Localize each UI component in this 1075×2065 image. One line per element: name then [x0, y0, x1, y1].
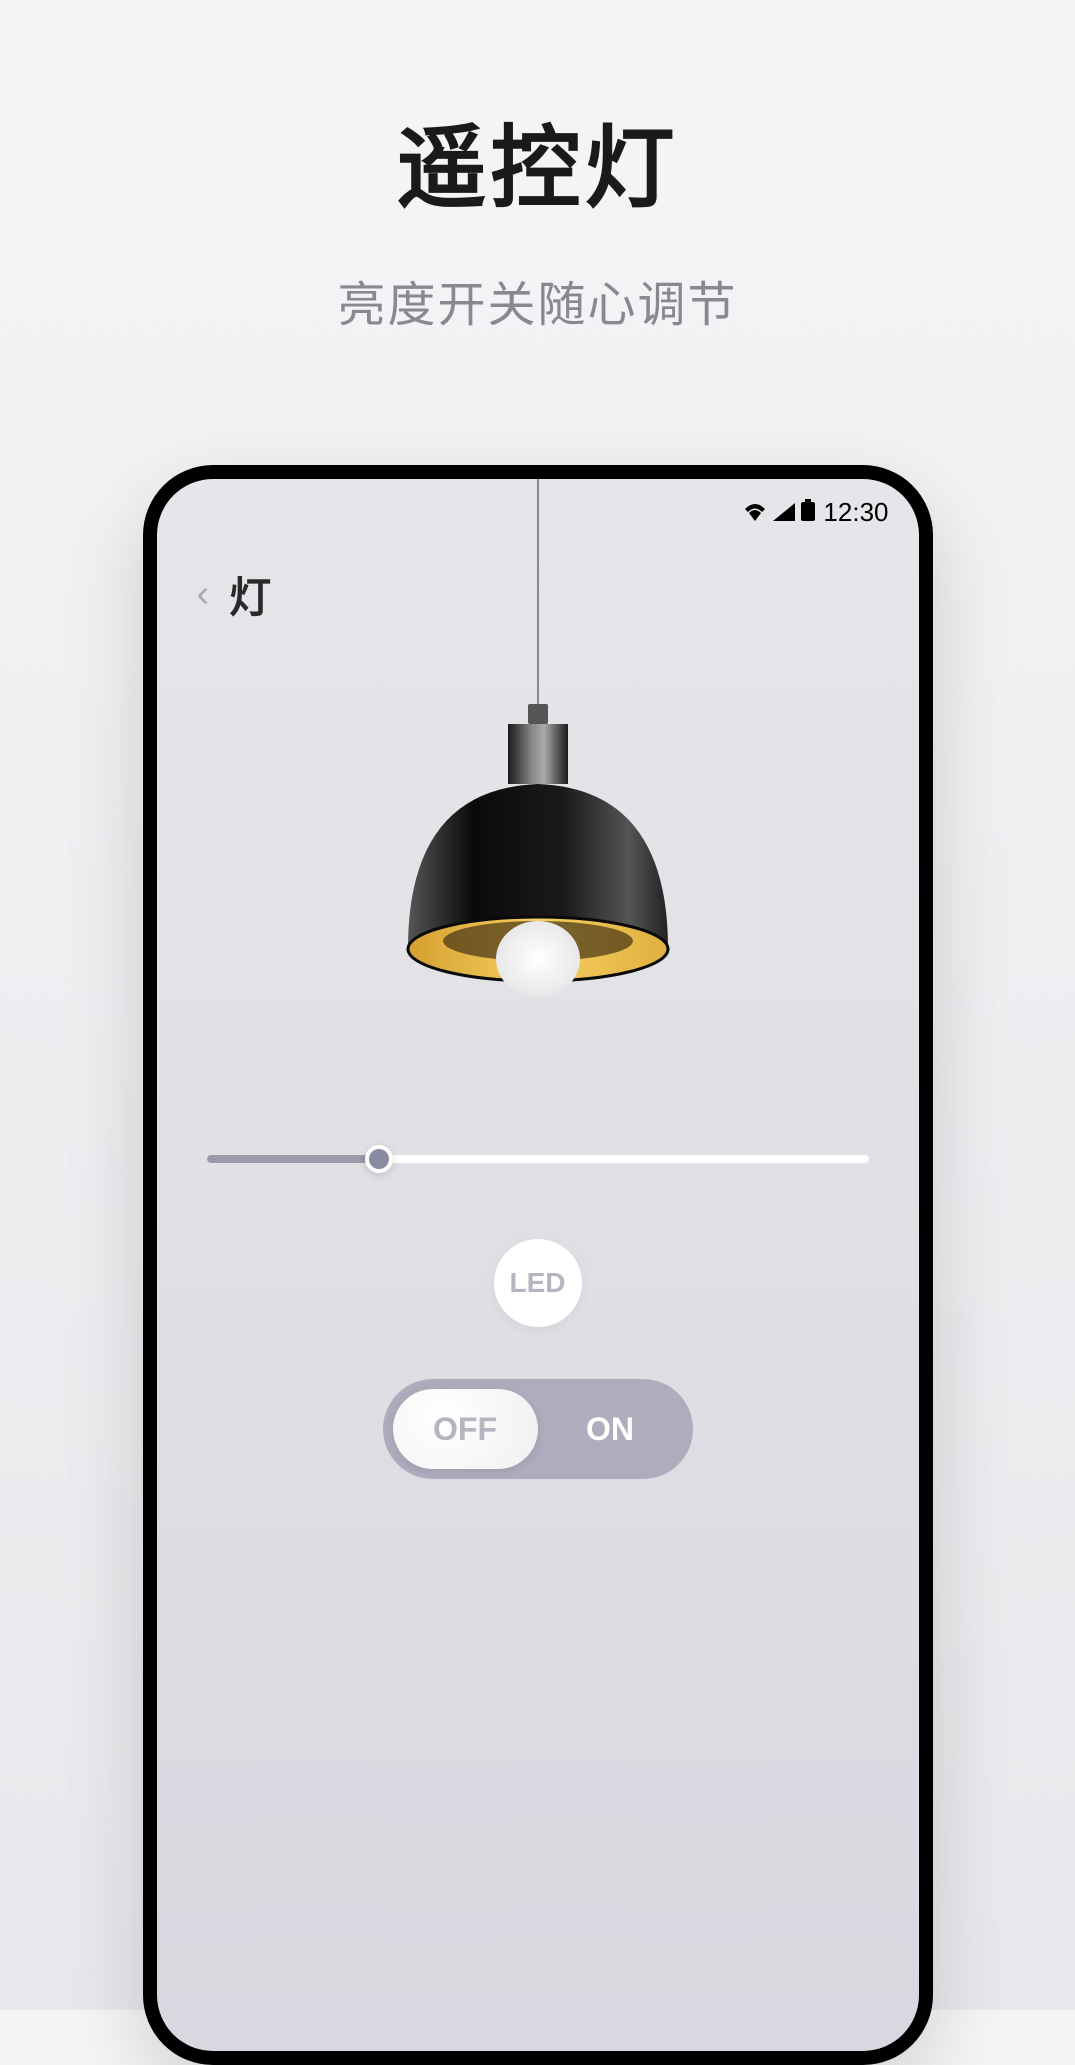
- toggle-off-label: OFF: [393, 1411, 538, 1448]
- phone-screen: 12:30 ‹ 灯: [157, 479, 919, 2051]
- toggle-on-label: ON: [538, 1411, 683, 1448]
- led-button[interactable]: LED: [494, 1239, 582, 1327]
- slider-thumb[interactable]: [365, 1145, 393, 1173]
- phone-mockup: 12:30 ‹ 灯: [143, 465, 933, 2065]
- slider-fill: [207, 1155, 379, 1163]
- page-subtitle: 亮度开关随心调节: [0, 265, 1075, 335]
- power-toggle[interactable]: OFF ON: [383, 1379, 693, 1479]
- brightness-slider[interactable]: [207, 1139, 869, 1179]
- slider-track: [207, 1155, 869, 1163]
- lamp-illustration: [157, 479, 919, 1039]
- page-title: 遥控灯: [0, 95, 1075, 225]
